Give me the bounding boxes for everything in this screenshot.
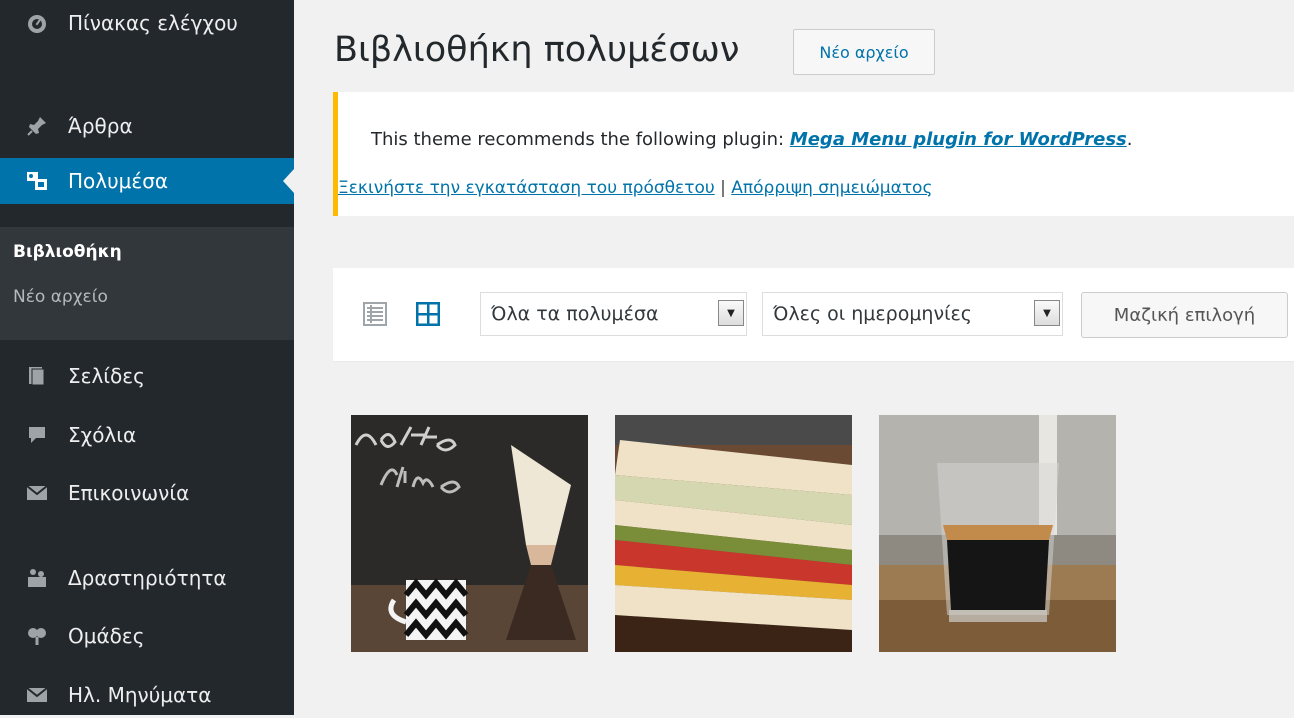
- pages-icon: [26, 365, 48, 387]
- dismiss-notice-link[interactable]: Απόρριψη σημειώματος: [731, 178, 932, 198]
- mail-icon: [26, 684, 48, 706]
- media-type-value: Όλα τα πολυμέσα: [491, 303, 659, 325]
- nav-label: Δραστηριότητα: [68, 566, 227, 590]
- admin-sidebar: Πίνακας ελέγχου Άρθρα Πολυμέσα Βιβλιοθήκ…: [0, 0, 294, 715]
- comments-icon: [26, 424, 48, 446]
- notice-prefix: This theme recommends the following plug…: [371, 129, 790, 150]
- nav-label: Επικοινωνία: [68, 481, 190, 505]
- nav-label: Πίνακας ελέγχου: [68, 11, 238, 35]
- media-toolbar: Όλα τα πολυμέσα ▼ Όλες οι ημερομηνίες ▼ …: [333, 268, 1294, 361]
- dashboard-icon: [26, 12, 48, 34]
- nav-media[interactable]: Πολυμέσα: [0, 158, 294, 204]
- notice-separator: |: [714, 178, 732, 198]
- groups-icon: [26, 625, 48, 647]
- nav-label: Άρθρα: [68, 114, 133, 138]
- grid-view-icon[interactable]: [415, 301, 441, 327]
- media-submenu: Βιβλιοθήκη Νέο αρχείο: [0, 227, 294, 340]
- media-thumbnail[interactable]: [615, 415, 852, 652]
- submenu-add-new[interactable]: Νέο αρχείο: [13, 287, 108, 307]
- nav-comments[interactable]: Σχόλια: [0, 412, 294, 458]
- mail-icon: [26, 482, 48, 504]
- nav-groups[interactable]: Ομάδες: [0, 613, 294, 659]
- plugin-link[interactable]: Mega Menu plugin for WordPress: [790, 129, 1127, 150]
- bulk-select-button[interactable]: Μαζική επιλογή: [1081, 292, 1288, 338]
- nav-label: Ηλ. Μηνύματα: [68, 683, 212, 707]
- activity-icon: [26, 567, 48, 589]
- media-thumbnail[interactable]: [879, 415, 1116, 652]
- media-type-filter[interactable]: Όλα τα πολυμέσα ▼: [480, 292, 747, 336]
- coffee-time-image: [351, 415, 588, 652]
- media-thumbnail[interactable]: [351, 415, 588, 652]
- notice-suffix: .: [1126, 129, 1133, 150]
- nav-posts[interactable]: Άρθρα: [0, 103, 294, 149]
- plugin-notice: This theme recommends the following plug…: [333, 92, 1294, 216]
- date-filter-value: Όλες οι ημερομηνίες: [773, 303, 972, 325]
- install-plugin-link[interactable]: Ξεκινήστε την εγκατάσταση του πρόσθετου: [338, 178, 715, 198]
- list-view-icon[interactable]: [363, 302, 387, 326]
- date-filter[interactable]: Όλες οι ημερομηνίες ▼: [762, 292, 1063, 336]
- espresso-glass-image: [879, 415, 1116, 652]
- nav-label: Ομάδες: [68, 624, 145, 648]
- add-new-button[interactable]: Νέο αρχείο: [793, 29, 935, 75]
- nav-contact[interactable]: Επικοινωνία: [0, 470, 294, 516]
- nav-activity[interactable]: Δραστηριότητα: [0, 555, 294, 601]
- nav-messages[interactable]: Ηλ. Μηνύματα: [0, 672, 294, 718]
- page-title: Βιβλιοθήκη πολυμέσων: [334, 30, 740, 70]
- dropdown-arrow-icon[interactable]: ▼: [1034, 300, 1060, 326]
- media-icon: [26, 170, 48, 192]
- pin-icon: [26, 115, 48, 137]
- notice-message: This theme recommends the following plug…: [371, 129, 1132, 150]
- nav-pages[interactable]: Σελίδες: [0, 353, 294, 399]
- nav-dashboard[interactable]: Πίνακας ελέγχου: [0, 0, 294, 46]
- nav-label: Πολυμέσα: [68, 169, 169, 193]
- sandwich-image: [615, 415, 852, 652]
- dropdown-arrow-icon[interactable]: ▼: [718, 300, 744, 326]
- notice-actions: Ξεκινήστε την εγκατάσταση του πρόσθετου …: [338, 178, 932, 198]
- nav-label: Σελίδες: [68, 364, 145, 388]
- nav-label: Σχόλια: [68, 423, 137, 447]
- submenu-library[interactable]: Βιβλιοθήκη: [13, 242, 122, 262]
